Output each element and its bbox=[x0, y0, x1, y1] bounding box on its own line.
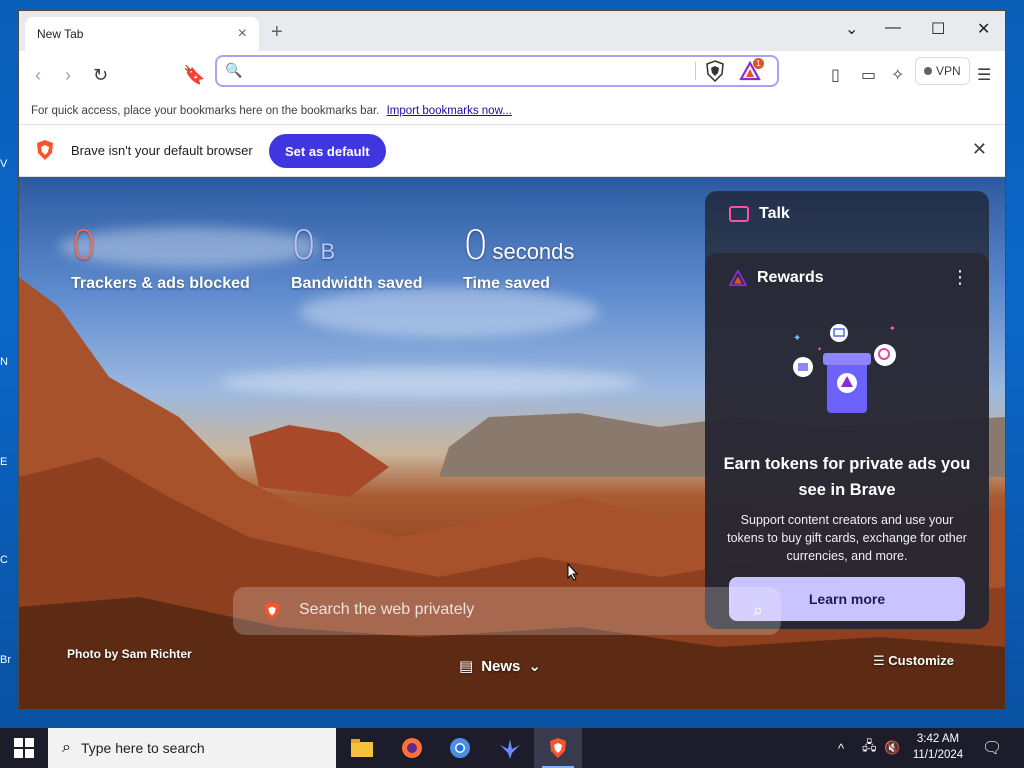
time-unit: seconds bbox=[492, 239, 575, 264]
new-tab-button[interactable]: + bbox=[271, 21, 283, 44]
taskbar-search-placeholder[interactable]: Type here to search bbox=[81, 740, 205, 756]
trackers-label: Trackers & ads blocked bbox=[71, 275, 250, 292]
file-explorer-icon[interactable] bbox=[338, 728, 386, 768]
brave-taskbar-icon[interactable] bbox=[534, 728, 582, 768]
new-tab-page: 0 Trackers & ads blocked 0B Bandwidth sa… bbox=[19, 177, 1005, 709]
chevron-up-icon[interactable]: ^ bbox=[838, 728, 844, 768]
desktop-icon-label-fragment[interactable]: V bbox=[0, 158, 7, 170]
desktop-icon-label-fragment[interactable]: Br bbox=[0, 654, 11, 666]
ntp-search-box[interactable]: Search the web privately ⌕ bbox=[233, 587, 781, 635]
stat-time-saved: 0 seconds Time saved bbox=[463, 223, 574, 293]
search-icon[interactable]: ⌕ bbox=[753, 600, 763, 621]
customize-sliders-icon: ☰ bbox=[873, 653, 889, 668]
brave-logo-icon bbox=[37, 140, 53, 160]
taskbar: ⌕ Type here to search ^ 🖧 🔇 3:42 AM 11/1… bbox=[0, 728, 1024, 768]
tab-new-tab[interactable]: New Tab × bbox=[25, 17, 259, 51]
forward-button[interactable]: › bbox=[65, 65, 71, 86]
svg-text:✦: ✦ bbox=[793, 333, 801, 344]
bandwidth-unit: B bbox=[320, 239, 336, 264]
svg-text:✦: ✦ bbox=[817, 346, 822, 353]
svg-text:✦: ✦ bbox=[889, 324, 896, 333]
default-browser-infobar: Brave isn't your default browser Set as … bbox=[19, 125, 1005, 177]
customize-button[interactable]: ☰ Customize bbox=[873, 653, 954, 669]
customize-label: Customize bbox=[888, 653, 955, 668]
clock-time: 3:42 AM bbox=[916, 733, 960, 745]
menu-icon[interactable]: ☰ bbox=[977, 65, 991, 85]
windows-start-icon[interactable] bbox=[14, 738, 34, 758]
bandwidth-count: 0 bbox=[291, 223, 317, 269]
minimize-button[interactable]: — bbox=[885, 19, 901, 37]
rewards-triangle-icon bbox=[729, 270, 747, 286]
address-bar[interactable]: 🔍 1 bbox=[215, 55, 779, 87]
tab-search-dropdown-icon[interactable]: ⌄ bbox=[845, 19, 858, 39]
rewards-badge: 1 bbox=[753, 58, 764, 69]
desktop-icon-label-fragment[interactable]: N bbox=[0, 356, 8, 368]
photo-credit[interactable]: Photo by Sam Richter bbox=[67, 647, 192, 661]
divider bbox=[695, 62, 696, 80]
trackers-count: 0 bbox=[71, 223, 97, 269]
talk-widget[interactable]: Talk bbox=[729, 205, 790, 223]
rewards-label: Rewards bbox=[757, 269, 824, 286]
search-icon: ⌕ bbox=[62, 739, 71, 756]
back-button[interactable]: ‹ bbox=[35, 65, 41, 86]
chrome-icon[interactable] bbox=[436, 728, 484, 768]
reload-button[interactable]: ↻ bbox=[93, 65, 108, 86]
rewards-description: Support content creators and use your to… bbox=[727, 513, 967, 563]
toolbar: ‹ › ↻ 🔖 🔍 1 ▯ ▭ ✧ VPN ☰ bbox=[19, 51, 1005, 99]
system-clock[interactable]: 3:42 AM 11/1/2024 bbox=[900, 731, 976, 763]
chevron-down-icon: ⌄ bbox=[528, 658, 541, 675]
set-as-default-button[interactable]: Set as default bbox=[269, 134, 386, 168]
desktop-icon-label-fragment[interactable]: E bbox=[0, 456, 7, 468]
desktop-icon-label-fragment[interactable]: C bbox=[0, 554, 8, 566]
stat-bandwidth-saved: 0B Bandwidth saved bbox=[291, 223, 423, 293]
tab-close-icon[interactable]: × bbox=[238, 25, 247, 43]
infobar-message: Brave isn't your default browser bbox=[71, 143, 253, 158]
vpn-status-icon bbox=[924, 67, 932, 75]
time-label: Time saved bbox=[463, 275, 550, 292]
rewards-header: Rewards bbox=[729, 269, 824, 287]
bird-app-icon[interactable] bbox=[486, 728, 534, 768]
rewards-title: Earn tokens for private ads you see in B… bbox=[723, 455, 971, 499]
bookmarks-bar-text: For quick access, place your bookmarks h… bbox=[31, 105, 380, 117]
volume-muted-icon[interactable]: 🔇 bbox=[884, 728, 900, 768]
news-icon: ▤ bbox=[459, 658, 474, 675]
maximize-button[interactable]: ☐ bbox=[931, 19, 945, 39]
close-window-button[interactable]: ✕ bbox=[977, 19, 990, 39]
leo-ai-icon[interactable]: ✧ bbox=[891, 65, 904, 85]
widget-panel: Talk Rewards ⋮ ✦ ✦ ✦ Earn tokens for pri… bbox=[705, 191, 989, 629]
import-bookmarks-link[interactable]: Import bookmarks now... bbox=[387, 105, 512, 117]
bookmarks-bar: For quick access, place your bookmarks h… bbox=[19, 99, 1005, 125]
bandwidth-label: Bandwidth saved bbox=[291, 275, 423, 292]
rewards-card: Rewards ⋮ ✦ ✦ ✦ Earn tokens for private … bbox=[705, 253, 989, 629]
search-icon: 🔍 bbox=[225, 62, 243, 78]
infobar-close-icon[interactable]: ✕ bbox=[972, 139, 987, 160]
clock-date: 11/1/2024 bbox=[912, 749, 964, 761]
notification-center-icon[interactable]: 🗨 bbox=[982, 728, 1002, 768]
taskbar-search-box[interactable]: ⌕ Type here to search bbox=[48, 728, 336, 768]
firefox-icon[interactable] bbox=[388, 728, 436, 768]
vpn-label: VPN bbox=[936, 64, 961, 78]
browser-window: New Tab × + ⌄ — ☐ ✕ ‹ › ↻ 🔖 🔍 1 ▯ ▭ ✧ VP… bbox=[18, 10, 1006, 710]
time-count: 0 bbox=[463, 223, 489, 269]
title-bar: New Tab × + ⌄ — ☐ ✕ bbox=[19, 11, 1005, 51]
vpn-button[interactable]: VPN bbox=[915, 57, 970, 85]
brave-search-logo-icon bbox=[264, 602, 280, 620]
wallet-icon[interactable]: ▭ bbox=[861, 65, 876, 85]
stat-trackers-blocked: 0 Trackers & ads blocked bbox=[71, 223, 250, 293]
talk-icon bbox=[729, 206, 749, 222]
more-options-icon[interactable]: ⋮ bbox=[951, 267, 969, 288]
rewards-gift-illustration: ✦ ✦ ✦ bbox=[793, 324, 896, 413]
news-button[interactable]: ▤ News ⌄ bbox=[459, 657, 541, 676]
brave-shields-icon[interactable] bbox=[705, 60, 725, 82]
network-icon[interactable]: 🖧 bbox=[862, 728, 877, 768]
search-placeholder[interactable]: Search the web privately bbox=[299, 601, 474, 619]
bookmark-icon[interactable]: 🔖 bbox=[183, 65, 205, 86]
tab-title: New Tab bbox=[37, 27, 84, 41]
news-label: News bbox=[481, 657, 521, 675]
talk-label: Talk bbox=[759, 205, 790, 222]
mouse-cursor-icon bbox=[567, 563, 579, 581]
sidebar-icon[interactable]: ▯ bbox=[831, 65, 840, 85]
